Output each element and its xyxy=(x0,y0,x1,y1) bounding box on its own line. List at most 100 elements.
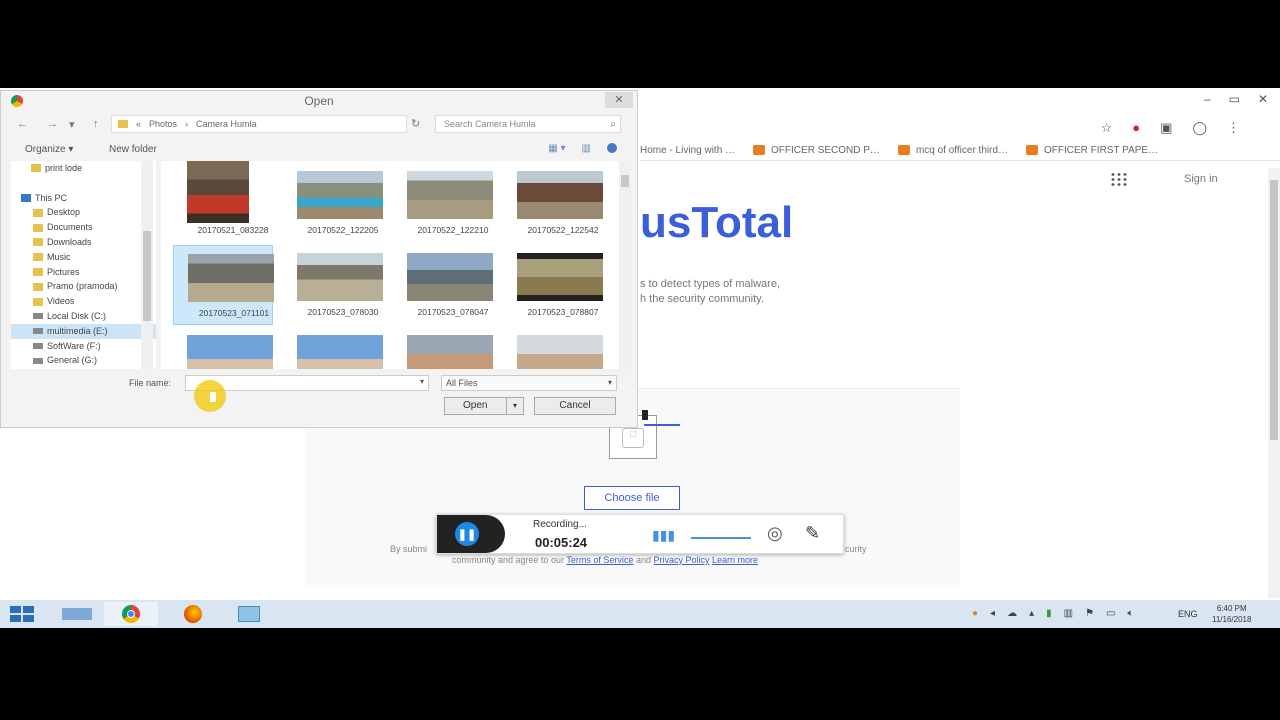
nav-pane-item[interactable]: Local Disk (C:) xyxy=(11,309,156,324)
taskbar-chrome[interactable] xyxy=(104,602,158,626)
recorder-tray-icon[interactable]: ● xyxy=(972,608,978,619)
up-arrow-icon[interactable]: ↑ xyxy=(93,118,99,130)
open-button[interactable]: Open ▾ xyxy=(444,397,524,415)
bookmark-item[interactable]: mcq of officer third… xyxy=(897,145,1008,156)
page-scrollbar[interactable] xyxy=(1268,168,1280,598)
help-icon[interactable] xyxy=(607,143,617,153)
sign-in-link[interactable]: Sign in xyxy=(1184,173,1218,185)
file-list-scrollbar[interactable] xyxy=(619,161,631,369)
minimize-icon[interactable]: – xyxy=(1204,92,1211,106)
file-thumbnail[interactable]: 20170522_122542 xyxy=(503,163,603,243)
forward-arrow-icon[interactable]: → xyxy=(47,118,58,130)
learn-more-link[interactable]: Learn more xyxy=(712,555,758,565)
photo-thumbnail-image xyxy=(407,171,493,219)
preview-pane-icon[interactable]: ▥ xyxy=(582,143,591,154)
breadcrumb-item[interactable]: Photos xyxy=(149,119,177,129)
file-thumbnail[interactable] xyxy=(503,327,603,369)
breadcrumb[interactable]: « Photos › Camera Humla xyxy=(111,115,407,133)
tray-chevron-icon[interactable]: ◂ xyxy=(990,608,995,619)
file-thumbnail[interactable]: 20170523_078030 xyxy=(283,245,383,325)
nav-pane-item[interactable]: multimedia (E:) xyxy=(11,323,156,339)
extension-icon[interactable]: ▣ xyxy=(1160,120,1172,136)
close-icon[interactable]: ✕ xyxy=(1258,92,1268,106)
nav-pane-item[interactable]: Pictures xyxy=(11,265,156,280)
nav-pane-item[interactable]: Music xyxy=(11,250,156,265)
privacy-policy-link[interactable]: Privacy Policy xyxy=(654,555,710,565)
battery-icon[interactable]: ▮ xyxy=(1046,608,1052,619)
firefox-icon xyxy=(184,605,202,623)
organize-menu[interactable]: Organize ▾ xyxy=(25,144,73,155)
choose-file-button[interactable]: Choose file xyxy=(584,486,680,510)
display-icon[interactable]: ▭ xyxy=(1106,608,1115,619)
taskbar-media-app[interactable] xyxy=(50,602,104,626)
search-input[interactable]: Search Camera Humla ⌕ xyxy=(435,115,621,133)
nav-pane-item-label: Pramo (pramoda) xyxy=(47,281,118,292)
new-folder-button[interactable]: New folder xyxy=(109,144,157,155)
file-thumbnail[interactable]: 20170521_083228 xyxy=(173,161,273,243)
computer-icon xyxy=(21,193,31,202)
taskbar-file-explorer[interactable] xyxy=(222,602,276,626)
file-thumbnail[interactable] xyxy=(173,327,273,369)
bookmark-item[interactable]: Home - Living with … xyxy=(640,145,735,156)
nav-pane-item[interactable]: General (G:) xyxy=(11,353,156,368)
cancel-button[interactable]: Cancel xyxy=(534,397,616,415)
dialog-close-button[interactable]: ✕ xyxy=(605,92,633,108)
microphone-icon[interactable]: ● xyxy=(1132,120,1140,136)
file-thumbnail[interactable] xyxy=(283,327,383,369)
audio-level-icon[interactable]: ▮▮▮ xyxy=(652,527,675,544)
folder-icon xyxy=(31,164,41,173)
nav-pane-item[interactable]: Desktop xyxy=(11,205,156,220)
network-icon[interactable]: ▥ xyxy=(1064,608,1073,619)
terms-of-service-link[interactable]: Terms of Service xyxy=(566,555,633,565)
nav-pane-item-label: This PC xyxy=(35,192,68,203)
nav-pane-item[interactable]: Videos xyxy=(11,294,156,309)
dialog-title: Open xyxy=(304,94,334,108)
breadcrumb-item[interactable]: Camera Humla xyxy=(196,119,257,129)
nav-pane-item[interactable]: print lode xyxy=(11,161,156,176)
windows-start-icon[interactable] xyxy=(10,606,34,622)
nav-pane-item[interactable]: This PC xyxy=(11,191,156,206)
flag-icon[interactable]: ⚑ xyxy=(1085,608,1094,619)
file-name: 20170523_078030 xyxy=(307,307,379,317)
language-indicator[interactable]: ENG xyxy=(1178,609,1198,619)
pause-button[interactable]: ❚❚ xyxy=(455,522,479,546)
chevron-down-icon[interactable]: ▾ xyxy=(420,377,424,386)
clock[interactable]: 6:40 PM 11/16/2018 xyxy=(1212,603,1251,625)
nav-pane-scrollbar[interactable] xyxy=(141,161,153,369)
view-options-icon[interactable]: ▦ ▾ xyxy=(548,143,565,154)
folder-icon xyxy=(33,238,43,247)
taskbar-firefox[interactable] xyxy=(166,602,220,626)
bookmark-item[interactable]: OFFICER FIRST PAPE… xyxy=(1026,145,1158,156)
nav-pane-item[interactable] xyxy=(11,176,156,191)
recent-locations-icon[interactable]: ▾ xyxy=(69,118,75,131)
bookmark-item[interactable]: OFFICER SECOND P… xyxy=(753,145,880,156)
apps-grid-icon[interactable] xyxy=(1110,172,1128,186)
cloud-icon[interactable]: ☁ xyxy=(1007,608,1017,619)
nav-pane-item[interactable]: Documents xyxy=(11,220,156,235)
menu-icon[interactable]: ⋮ xyxy=(1227,120,1240,136)
star-icon[interactable]: ☆ xyxy=(1101,120,1113,136)
mouse-cursor xyxy=(642,410,648,420)
profile-icon[interactable]: ◯ xyxy=(1192,120,1207,136)
taskbar: ● ◂ ☁ ▴ ▮ ▥ ⚑ ▭ 🔈︎ ENG 6:40 PM 11/16/201… xyxy=(0,600,1280,628)
volume-slider[interactable] xyxy=(691,537,751,539)
nav-pane-item-label: Documents xyxy=(47,222,93,233)
webcam-icon[interactable]: ◎ xyxy=(767,523,783,544)
back-arrow-icon[interactable]: ← xyxy=(17,118,28,130)
file-thumbnail[interactable]: 20170523_078047 xyxy=(393,245,493,325)
refresh-icon[interactable]: ↻ xyxy=(411,117,420,130)
nav-pane-item[interactable]: Downloads xyxy=(11,235,156,250)
file-thumbnail[interactable] xyxy=(393,327,493,369)
open-options-dropdown[interactable]: ▾ xyxy=(506,398,523,414)
nav-pane-item[interactable]: Pramo (pramoda) xyxy=(11,279,156,294)
file-thumbnail[interactable]: 20170522_122205 xyxy=(283,163,383,243)
file-thumbnail[interactable]: 20170523_078807 xyxy=(503,245,603,325)
nav-pane-item[interactable]: SoftWare (F:) xyxy=(11,339,156,354)
file-thumbnail[interactable]: 20170523_071101 xyxy=(173,245,274,325)
pen-icon[interactable]: ✎ xyxy=(805,523,820,544)
maximize-icon[interactable]: ▭ xyxy=(1229,92,1240,106)
volume-icon[interactable]: 🔈︎ xyxy=(1128,608,1134,619)
file-type-select[interactable]: All Files ▾ xyxy=(441,375,617,391)
file-thumbnail[interactable]: 20170522_122210 xyxy=(393,163,493,243)
arrow-up-icon[interactable]: ▴ xyxy=(1029,608,1034,619)
